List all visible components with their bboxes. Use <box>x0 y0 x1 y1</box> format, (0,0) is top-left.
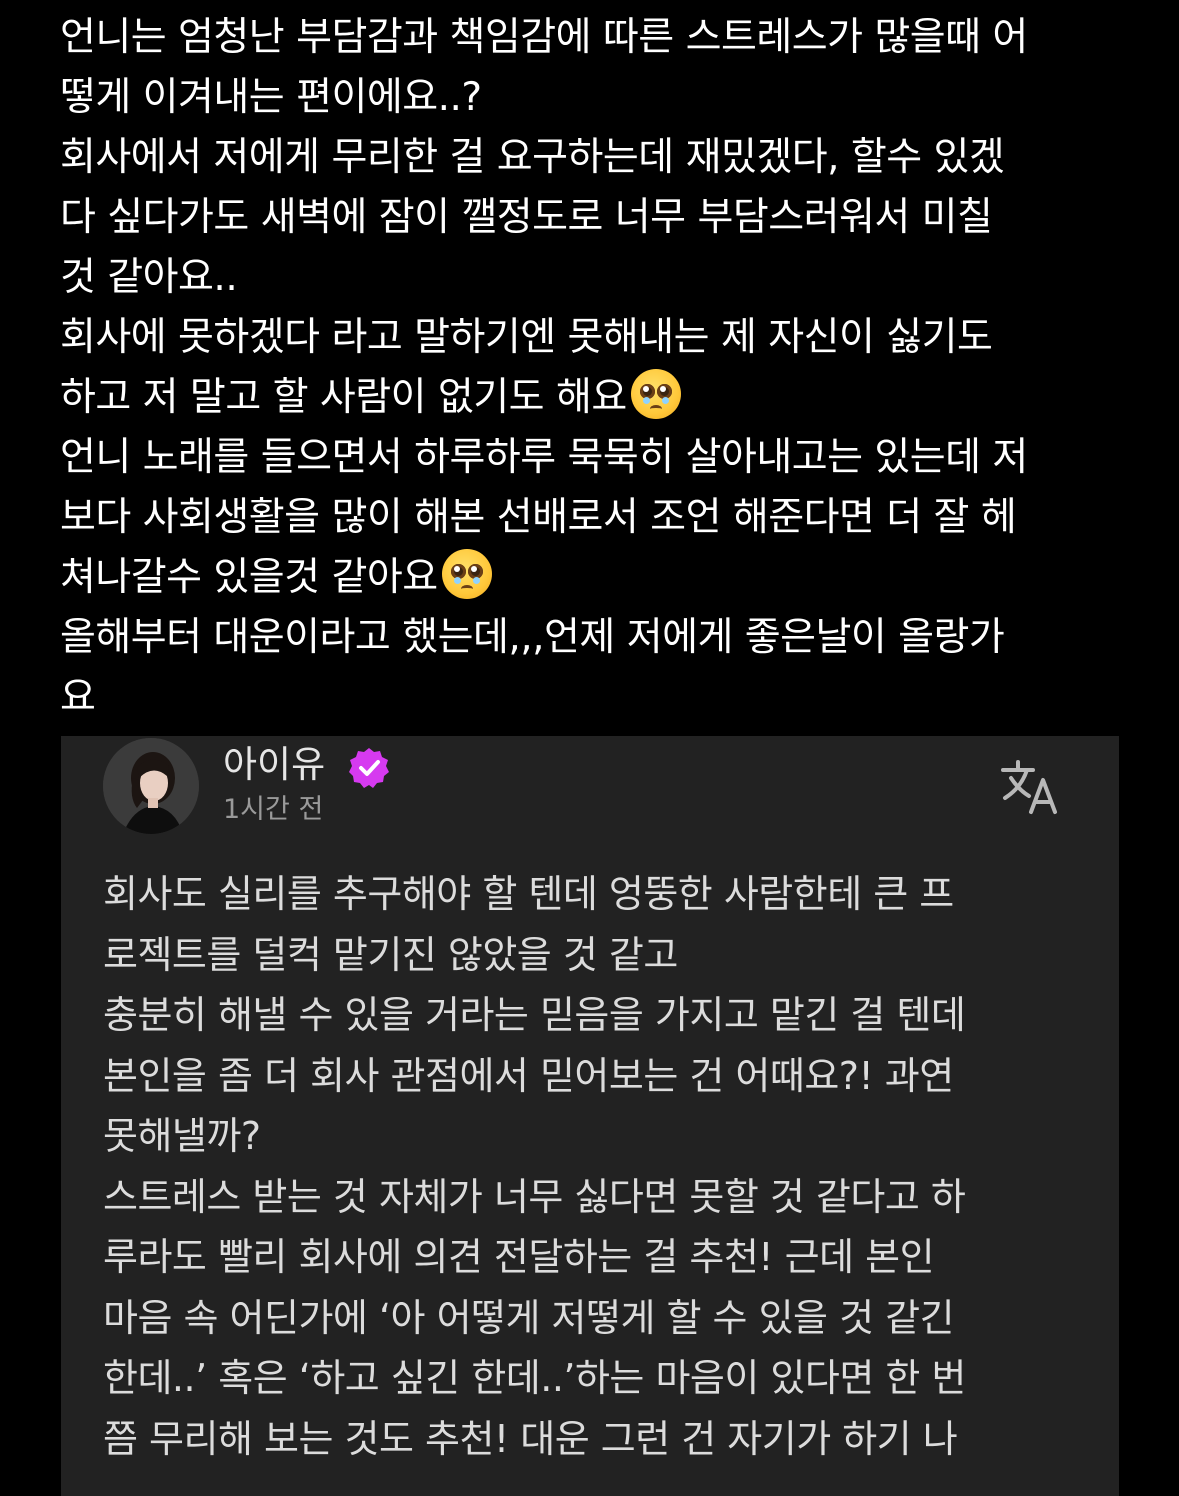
reply-text: 회사도 실리를 추구해야 할 텐데 엉뚱한 사람한테 큰 프 로젝트를 덜컥 맡… <box>103 864 1103 1469</box>
question-line-with-emoji: 쳐나갈수 있을것 같아요 <box>60 548 1120 608</box>
reply-line: 로젝트를 덜컥 맡기진 않았을 것 같고 <box>103 932 678 977</box>
reply-line: 쯤 무리해 보는 것도 추천! 대운 그런 건 자기가 하기 나 <box>103 1416 958 1461</box>
question-line: 보다 사회생활을 많이 해본 선배로서 조언 해준다면 더 잘 헤 <box>60 495 1017 540</box>
verified-badge-icon <box>349 748 389 788</box>
avatar-image <box>103 738 199 834</box>
reply-line: 충분히 해낼 수 있을 거라는 믿음을 가지고 맡긴 걸 텐데 <box>103 993 966 1037</box>
question-line: 요 <box>60 675 96 720</box>
avatar[interactable] <box>103 738 199 834</box>
reply-line: 본인을 좀 더 회사 관점에서 믿어보는 건 어때요?! 과연 <box>103 1053 954 1098</box>
timestamp: 1시간 전 <box>223 794 324 825</box>
pleading-face-emoji-icon <box>441 549 492 599</box>
question-line-text: 쳐나갈수 있을것 같아요 <box>60 555 438 600</box>
pleading-face-emoji-icon <box>630 369 681 419</box>
reply-line: 못해낼까? <box>103 1114 261 1158</box>
question-line-text: 하고 저 말고 할 사람이 없기도 해요 <box>60 375 627 420</box>
username[interactable]: 아이유 <box>223 740 325 790</box>
question-line: 언니 노래를 들으면서 하루하루 묵묵히 살아내고는 있는데 저 <box>60 435 1028 480</box>
question-text: 언니는 엄청난 부담감과 책임감에 따른 스트레스가 많을때 어 떻게 이겨내는… <box>60 8 1120 728</box>
reply-line: 한데..’ 혹은 ‘하고 싶긴 한데..’하는 마음이 있다면 한 번 <box>103 1356 966 1400</box>
question-line: 떻게 이겨내는 편이에요..? <box>60 75 482 120</box>
question-line-with-emoji: 하고 저 말고 할 사람이 없기도 해요 <box>60 368 1120 428</box>
reply-card: 아이유 1시간 전 회사도 실리를 추구해야 할 텐데 엉뚱한 사람한테 큰 프… <box>61 736 1119 1496</box>
question-line: 회사에서 저에게 무리한 걸 요구하는데 재밌겠다, 할수 있겠 <box>60 135 1005 180</box>
reply-line: 스트레스 받는 것 자체가 너무 싫다면 못할 것 같다고 하 <box>103 1174 966 1219</box>
question-line: 것 같아요.. <box>60 255 238 300</box>
question-line: 언니는 엄청난 부담감과 책임감에 따른 스트레스가 많을때 어 <box>60 15 1028 60</box>
reply-line: 마음 속 어딘가에 ‘아 어떻게 저떻게 할 수 있을 것 같긴 <box>103 1295 955 1340</box>
translate-icon[interactable] <box>999 758 1061 816</box>
question-line: 다 싶다가도 새벽에 잠이 깰정도로 너무 부담스러워서 미칠 <box>60 195 993 240</box>
question-line: 올해부터 대운이라고 했는데,,,언제 저에게 좋은날이 올랑가 <box>60 615 1005 660</box>
reply-line: 회사도 실리를 추구해야 할 텐데 엉뚱한 사람한테 큰 프 <box>103 872 954 916</box>
reply-line: 루라도 빨리 회사에 의견 전달하는 걸 추천! 근데 본인 <box>103 1235 935 1279</box>
question-line: 회사에 못하겠다 라고 말하기엔 못해내는 제 자신이 싫기도 <box>60 315 993 360</box>
